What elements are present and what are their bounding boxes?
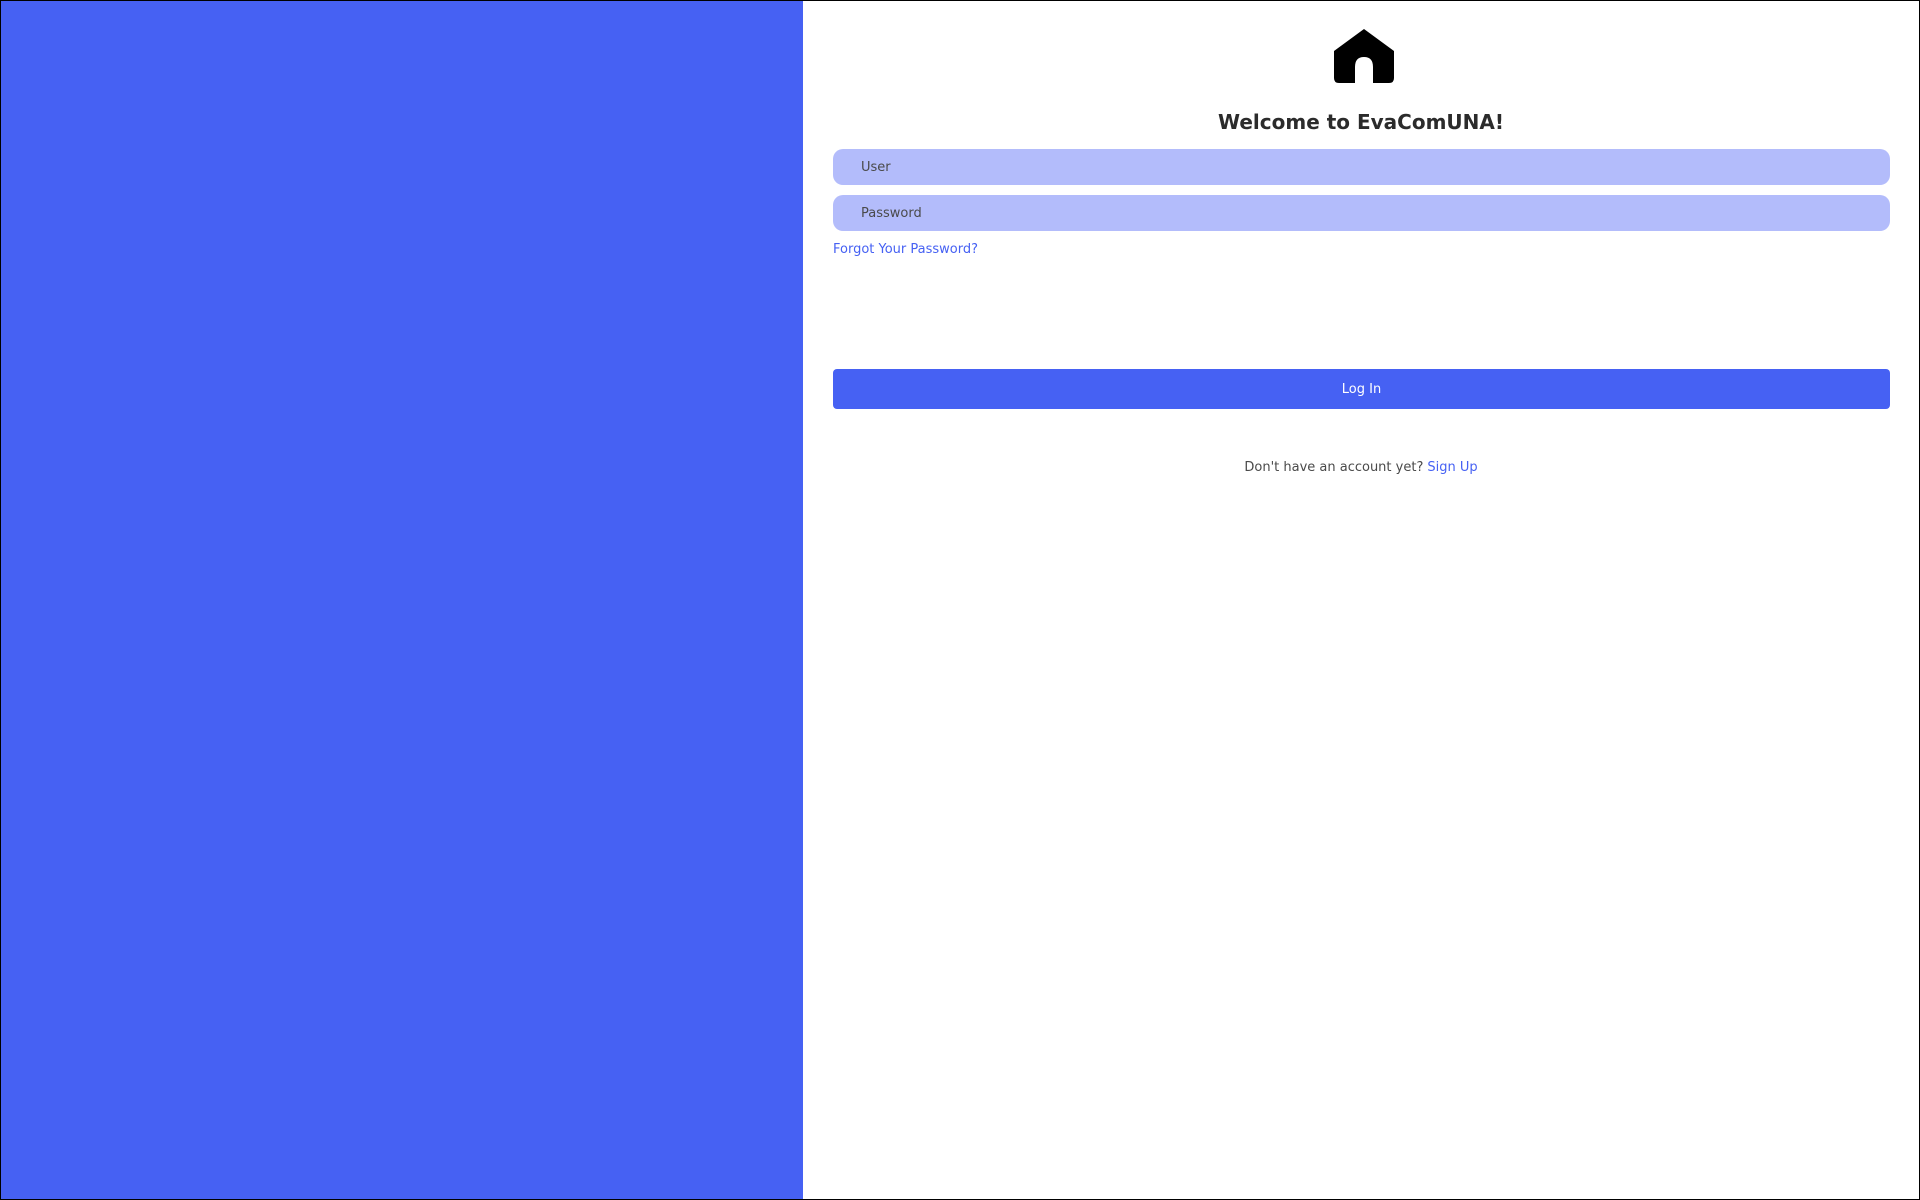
forgot-password-link[interactable]: Forgot Your Password?: [833, 242, 978, 257]
home-icon: [1334, 29, 1394, 83]
signup-prompt-text: Don't have an account yet?: [1244, 460, 1424, 475]
login-panel: Welcome to EvaComUNA! Forgot Your Passwo…: [803, 1, 1919, 1199]
user-input[interactable]: [833, 149, 1890, 185]
page-title: Welcome to EvaComUNA!: [1217, 110, 1505, 134]
login-screen: Welcome to EvaComUNA! Forgot Your Passwo…: [0, 0, 1920, 1200]
login-button[interactable]: Log In: [833, 369, 1890, 409]
password-input[interactable]: [833, 195, 1890, 231]
brand-panel: [1, 1, 803, 1199]
signup-prompt: Don't have an account yet? Sign Up: [803, 460, 1919, 475]
signup-link[interactable]: Sign Up: [1427, 460, 1477, 475]
